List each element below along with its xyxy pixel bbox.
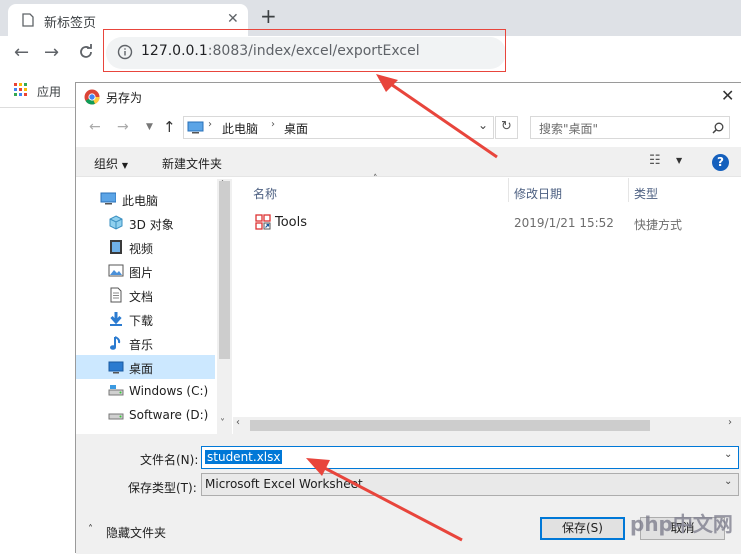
- annotation-arrow-url: [381, 76, 498, 159]
- annotation-arrow-filename: [314, 461, 463, 542]
- annotation-arrowhead-filename: [306, 458, 330, 476]
- annotation-arrowhead-url: [376, 74, 398, 92]
- watermark: php中文网: [630, 512, 733, 536]
- annotation-arrows: [306, 74, 498, 542]
